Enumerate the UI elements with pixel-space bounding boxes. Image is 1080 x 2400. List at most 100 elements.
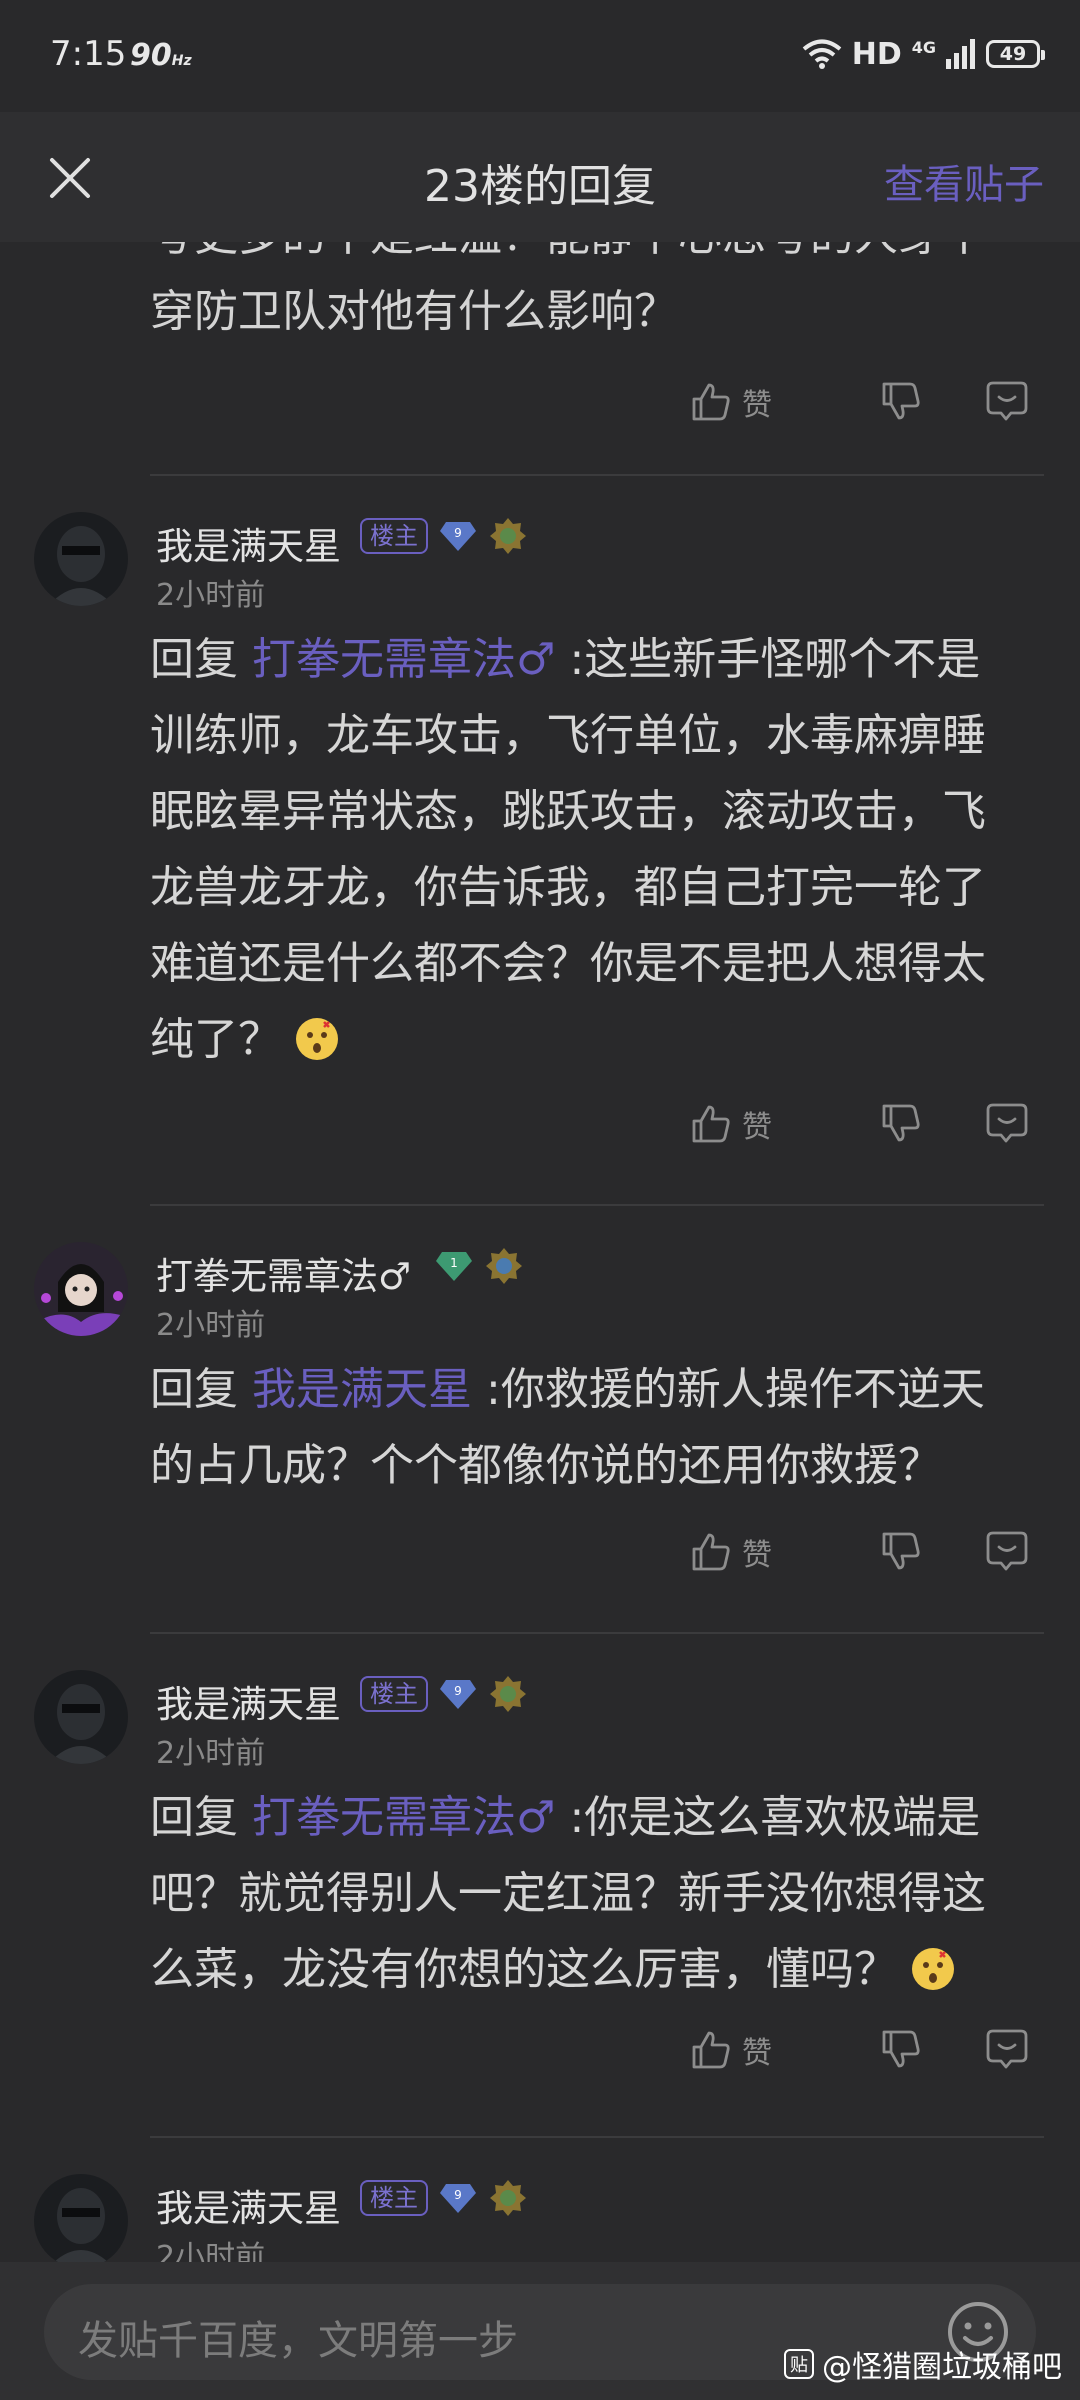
tieba-logo-icon: 贴 (784, 2349, 814, 2379)
comment-line: 眠眩晕异常状态，跳跃攻击，滚动攻击，飞 (150, 786, 986, 837)
level-number: 9 (454, 2188, 462, 2202)
reply-bubble-icon (986, 1103, 1028, 1143)
status-icons: HD 4G 49 (802, 34, 1045, 74)
reply-prefix: 回复 (150, 1792, 238, 1843)
header-bar: 23楼的回复 查看贴子 (0, 112, 1080, 242)
user-badges: 楼主 9 (360, 516, 528, 556)
avatar[interactable] (34, 1242, 128, 1336)
like-button[interactable]: 赞 (690, 380, 772, 424)
comment-line: 吧？就觉得别人一定红温？新手没你想得这 (150, 1868, 986, 1919)
comment-text: :你救援的新人操作不逆天 (486, 1364, 985, 1415)
comment-line: 龙兽龙牙龙，你告诉我，都自己打完一轮了 (150, 862, 986, 913)
reply-button[interactable] (985, 1530, 1029, 1576)
timestamp: 2小时前 (156, 1308, 266, 1343)
signal-icon (946, 39, 975, 69)
comment-text: :这些新手怪哪个不是 (569, 634, 981, 685)
like-button[interactable]: 赞 (690, 2028, 772, 2072)
thumbs-down-icon (882, 1104, 920, 1142)
status-time: 7:15 (50, 34, 127, 74)
bottom-input-bar: 发贴千百度，文明第一步 贴 @怪猎圈垃圾桶吧 (0, 2262, 1080, 2400)
comment-body: 回复 我是满天星 :你救援的新人操作不逆天 的占几成？个个都像你说的还用你救援？ (150, 1352, 1050, 1504)
comment-line: 难道还是什么都不会？你是不是把人想得太 (150, 938, 986, 989)
network-type-label: 4G (911, 37, 936, 57)
comment-actions: 赞 (0, 1530, 1080, 1590)
medal-icon (490, 1676, 526, 1712)
level-gem-icon: 1 (436, 1252, 472, 1281)
thumbs-up-icon (692, 2031, 730, 2069)
comment-actions: 赞 (0, 1102, 1080, 1162)
op-badge: 楼主 (360, 2180, 428, 2216)
reply-prefix: 回复 (150, 634, 238, 685)
thumbs-down-icon (882, 1532, 920, 1570)
comment-line: 回复 打拳无需章法♂ :这些新手怪哪个不是 (150, 622, 1050, 698)
reply-bubble-icon (986, 2029, 1028, 2069)
comment-line: 训练师，龙车攻击，飞行单位，水毒麻痹睡 (150, 710, 986, 761)
like-button[interactable]: 赞 (690, 1102, 772, 1146)
username[interactable]: 我是满天星 (156, 2178, 341, 2232)
level-number: 9 (454, 1684, 462, 1698)
dislike-button[interactable] (880, 1102, 922, 1148)
like-button[interactable]: 赞 (690, 1530, 772, 1574)
comment-text: 纯了？ (150, 1014, 282, 1065)
divider (150, 2136, 1044, 2138)
level-gem-icon: 9 (440, 522, 476, 551)
avatar[interactable] (34, 1670, 128, 1764)
username[interactable]: 打拳无需章法♂ (156, 1246, 411, 1300)
dislike-button[interactable] (880, 2028, 922, 2074)
like-label: 赞 (742, 1110, 772, 1145)
reply-button[interactable] (985, 380, 1029, 426)
confused-emoji-icon (912, 1948, 954, 1990)
user-badges: 1 (434, 1246, 524, 1286)
comment-actions: 赞 (0, 380, 1080, 440)
timestamp: 2小时前 (156, 2240, 266, 2262)
comment-body: 回复 打拳无需章法♂ :你是这么喜欢极端是 吧？就觉得别人一定红温？新手没你想得… (150, 1780, 1050, 2008)
network-hd-label: HD (851, 36, 902, 72)
level-gem-icon: 9 (440, 2184, 476, 2213)
dislike-button[interactable] (880, 380, 922, 426)
mention-link[interactable]: 打拳无需章法♂ (252, 634, 555, 685)
divider (150, 1204, 1044, 1206)
refresh-rate: 90Hz (130, 38, 192, 73)
op-badge: 楼主 (360, 518, 428, 554)
view-post-link[interactable]: 查看贴子 (884, 152, 1044, 210)
timestamp: 2小时前 (156, 1736, 266, 1771)
like-label: 赞 (742, 1538, 772, 1573)
comment-line: 纯了？ (150, 1002, 1050, 1078)
comment-body: 回复 打拳无需章法♂ :这些新手怪哪个不是 训练师，龙车攻击，飞行单位，水毒麻痹… (150, 622, 1050, 1078)
confused-emoji-icon (296, 1018, 338, 1060)
comment-line: 么菜，龙没有你想的这么厉害，懂吗？ (150, 1932, 1050, 2008)
comment-text: :你是这么喜欢极端是 (569, 1792, 981, 1843)
username[interactable]: 我是满天星 (156, 516, 341, 570)
reply-button[interactable] (985, 1102, 1029, 1148)
divider (150, 474, 1044, 476)
timestamp: 2小时前 (156, 578, 266, 613)
reply-bubble-icon (986, 1531, 1028, 1571)
dislike-button[interactable] (880, 1530, 922, 1576)
avatar[interactable] (34, 2174, 128, 2262)
reply-bubble-icon (986, 381, 1028, 421)
comment-actions: 赞 (0, 2028, 1080, 2088)
thumbs-up-icon (692, 1105, 730, 1143)
thumbs-up-icon (692, 383, 730, 421)
medal-icon (486, 1248, 522, 1284)
medal-icon (490, 518, 526, 554)
mention-link[interactable]: 打拳无需章法♂ (252, 1792, 555, 1843)
divider (150, 1632, 1044, 1634)
mention-link[interactable]: 我是满天星 (252, 1364, 472, 1415)
level-number: 9 (454, 526, 462, 540)
thumbs-up-icon (692, 1533, 730, 1571)
reply-list[interactable]: 考更多的不是红温？能静下心思考的人穿不 穿防卫队对他有什么影响？ 赞 我是满天星… (0, 242, 1080, 2262)
like-label: 赞 (742, 2036, 772, 2071)
username[interactable]: 我是满天星 (156, 1674, 341, 1728)
partial-comment-line: 考更多的不是红温？能静下心思考的人穿不 (150, 242, 1050, 274)
input-placeholder: 发贴千百度，文明第一步 (78, 2318, 518, 2364)
medal-icon (490, 2180, 526, 2216)
thumbs-down-icon (882, 382, 920, 420)
avatar[interactable] (34, 512, 128, 606)
level-number: 1 (450, 1256, 458, 1270)
level-gem-icon: 9 (440, 1680, 476, 1709)
battery-indicator: 49 (986, 40, 1045, 68)
reply-button[interactable] (985, 2028, 1029, 2074)
wifi-icon (802, 39, 841, 69)
thumbs-down-icon (882, 2030, 920, 2068)
